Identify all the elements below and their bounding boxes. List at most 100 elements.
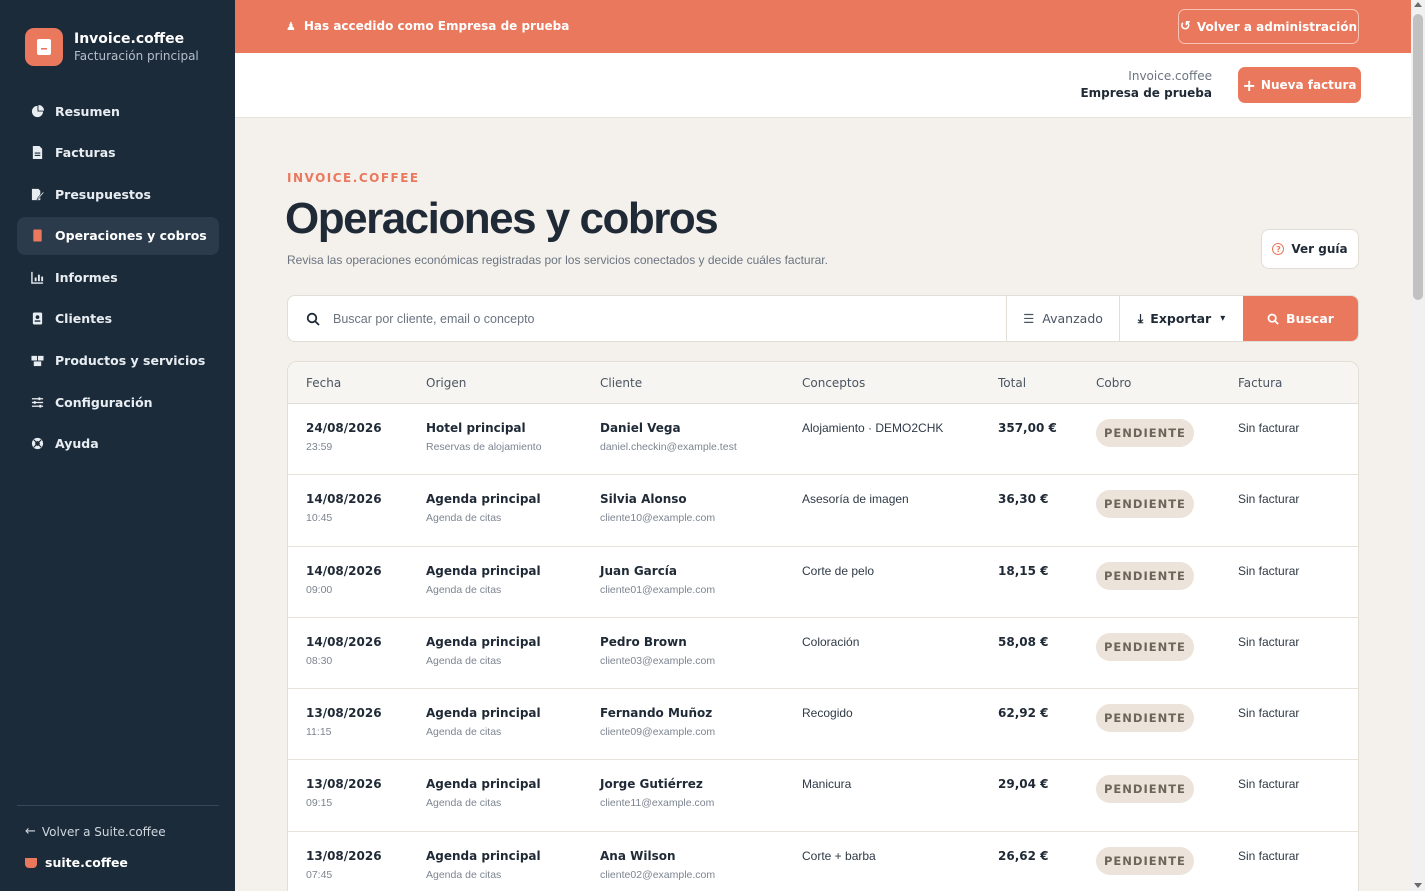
scroll-up-icon[interactable] — [1414, 2, 1422, 7]
row-origin-sub: Agenda de citas — [426, 583, 502, 596]
arrow-left-icon: ← — [25, 824, 36, 839]
back-to-admin-label: Volver a administración — [1196, 19, 1358, 34]
new-invoice-button[interactable]: + Nueva factura — [1238, 67, 1361, 103]
row-invoice-status: Sin facturar — [1238, 706, 1300, 721]
export-dropdown[interactable]: ⤓ Exportar ▾ — [1119, 296, 1243, 341]
search-button[interactable]: Buscar — [1243, 296, 1358, 341]
advanced-filter-button[interactable]: ☰ Avanzado — [1006, 296, 1119, 341]
header-fecha[interactable]: Fecha — [306, 376, 341, 390]
receipt-icon — [30, 229, 44, 243]
status-badge: PENDIENTE — [1096, 846, 1194, 875]
row-client: Pedro Brown — [600, 634, 687, 649]
row-client: Juan García — [600, 563, 678, 578]
sidebar-item-label: Operaciones y cobros — [55, 228, 207, 244]
new-invoice-label: Nueva factura — [1260, 78, 1357, 92]
top-header: Invoice.coffee Empresa de prueba + Nueva… — [235, 53, 1411, 118]
header-cobro[interactable]: Cobro — [1096, 376, 1131, 390]
row-origin-sub: Agenda de citas — [426, 654, 502, 667]
sidebar-item-facturas[interactable]: Facturas — [17, 134, 219, 172]
invoice-logo-icon — [25, 28, 63, 66]
header-cliente[interactable]: Cliente — [600, 376, 642, 390]
edit-document-icon — [30, 187, 44, 201]
header-origen[interactable]: Origen — [426, 376, 466, 390]
row-total: 62,92 € — [998, 706, 1049, 721]
row-origin-sub: Agenda de citas — [426, 726, 502, 739]
lifebuoy-icon — [30, 437, 44, 451]
status-badge: PENDIENTE — [1096, 704, 1194, 733]
row-date: 13/08/2026 — [306, 706, 382, 721]
page-description: Revisa las operaciones económicas regist… — [287, 253, 828, 267]
scroll-thumb[interactable] — [1413, 14, 1423, 300]
table-row[interactable]: 13/08/2026 11:15 Agenda principal Agenda de… — [288, 689, 1358, 761]
sidebar-item-ayuda[interactable]: Ayuda — [17, 425, 219, 463]
sidebar-item-label: Presupuestos — [55, 186, 151, 202]
sidebar-item-label: Facturas — [55, 145, 116, 161]
suite-brand[interactable]: suite.coffee — [25, 855, 128, 870]
guide-label: Ver guía — [1291, 242, 1348, 256]
status-badge: PENDIENTE — [1096, 775, 1194, 804]
search-input[interactable] — [333, 311, 1006, 326]
row-date: 14/08/2026 — [306, 563, 382, 578]
plus-icon: + — [1242, 75, 1256, 95]
row-total: 357,00 € — [998, 421, 1057, 435]
sidebar-item-label: Productos y servicios — [55, 353, 206, 369]
row-concept: Corte + barba — [802, 848, 876, 863]
row-origin: Hotel principal — [426, 421, 526, 435]
guide-button[interactable]: ? Ver guía — [1261, 229, 1359, 269]
row-invoice-status: Sin facturar — [1238, 421, 1300, 435]
header-conceptos[interactable]: Conceptos — [802, 376, 865, 390]
sidebar-item-label: Clientes — [55, 311, 113, 327]
row-concept: Coloración — [802, 634, 860, 649]
status-badge: PENDIENTE — [1096, 561, 1194, 590]
back-link-label: Volver a Suite.coffee — [41, 824, 166, 839]
status-badge: PENDIENTE — [1096, 419, 1194, 447]
row-time: 11:15 — [306, 726, 332, 739]
header-total[interactable]: Total — [998, 376, 1026, 390]
sidebar-item-resumen[interactable]: Resumen — [17, 92, 219, 130]
sidebar-item-configuracion[interactable]: Configuración — [17, 383, 219, 421]
row-total: 26,62 € — [998, 848, 1049, 863]
table-row[interactable]: 13/08/2026 09:15 Agenda principal Agenda de… — [288, 760, 1358, 832]
row-email: cliente10@example.com — [600, 512, 716, 525]
sidebar-item-presupuestos[interactable]: Presupuestos — [17, 175, 219, 213]
page-eyebrow: INVOICE.COFFEE — [287, 171, 420, 185]
sidebar-item-productos[interactable]: Productos y servicios — [17, 342, 219, 380]
sidebar-item-informes[interactable]: Informes — [17, 258, 219, 296]
row-date: 14/08/2026 — [306, 492, 382, 507]
table-row[interactable]: 14/08/2026 10:45 Agenda principal Agenda de… — [288, 475, 1358, 547]
row-origin: Agenda principal — [426, 492, 541, 507]
table-row[interactable]: 24/08/2026 23:59 Hotel principal Reservas d… — [288, 404, 1358, 476]
row-invoice-status: Sin facturar — [1238, 848, 1300, 863]
search-icon — [306, 312, 320, 326]
row-time: 08:30 — [306, 654, 333, 667]
row-email: cliente01@example.com — [600, 583, 716, 596]
back-to-suite-link[interactable]: ← Volver a Suite.coffee — [25, 824, 166, 839]
row-email: cliente02@example.com — [600, 868, 716, 881]
search-bar: ☰ Avanzado ⤓ Exportar ▾ Buscar — [287, 295, 1359, 342]
table-row[interactable]: 14/08/2026 08:30 Agenda principal Agenda de… — [288, 618, 1358, 690]
status-badge: PENDIENTE — [1096, 490, 1194, 519]
row-origin-sub: Reservas de alojamiento — [426, 441, 542, 453]
row-origin-sub: Agenda de citas — [426, 868, 502, 881]
scroll-down-icon[interactable] — [1414, 883, 1422, 888]
row-origin: Agenda principal — [426, 706, 541, 721]
table-row[interactable]: 13/08/2026 07:45 Agenda principal Agenda de… — [288, 832, 1358, 891]
back-to-admin-button[interactable]: ↺ Volver a administración — [1178, 9, 1359, 44]
row-origin: Agenda principal — [426, 634, 541, 649]
sidebar-item-clientes[interactable]: Clientes — [17, 300, 219, 338]
impersonation-banner: ♟ Has accedido como Empresa de prueba ↺ … — [235, 0, 1411, 53]
table-row[interactable]: 14/08/2026 09:00 Agenda principal Agenda de… — [288, 547, 1358, 618]
scrollbar[interactable] — [1411, 0, 1425, 891]
row-time: 09:15 — [306, 797, 333, 810]
pie-chart-icon — [30, 104, 44, 118]
row-origin: Agenda principal — [426, 848, 541, 863]
sidebar-item-label: Ayuda — [55, 436, 99, 452]
row-date: 14/08/2026 — [306, 634, 382, 649]
sidebar-item-operaciones[interactable]: Operaciones y cobros — [17, 216, 219, 255]
row-origin-sub: Agenda de citas — [426, 512, 502, 525]
search-button-label: Buscar — [1286, 311, 1334, 326]
brand[interactable]: Invoice.coffee Facturación principal — [25, 28, 199, 66]
search-icon — [1267, 313, 1279, 325]
header-factura[interactable]: Factura — [1238, 376, 1282, 390]
bar-chart-icon — [30, 270, 44, 284]
